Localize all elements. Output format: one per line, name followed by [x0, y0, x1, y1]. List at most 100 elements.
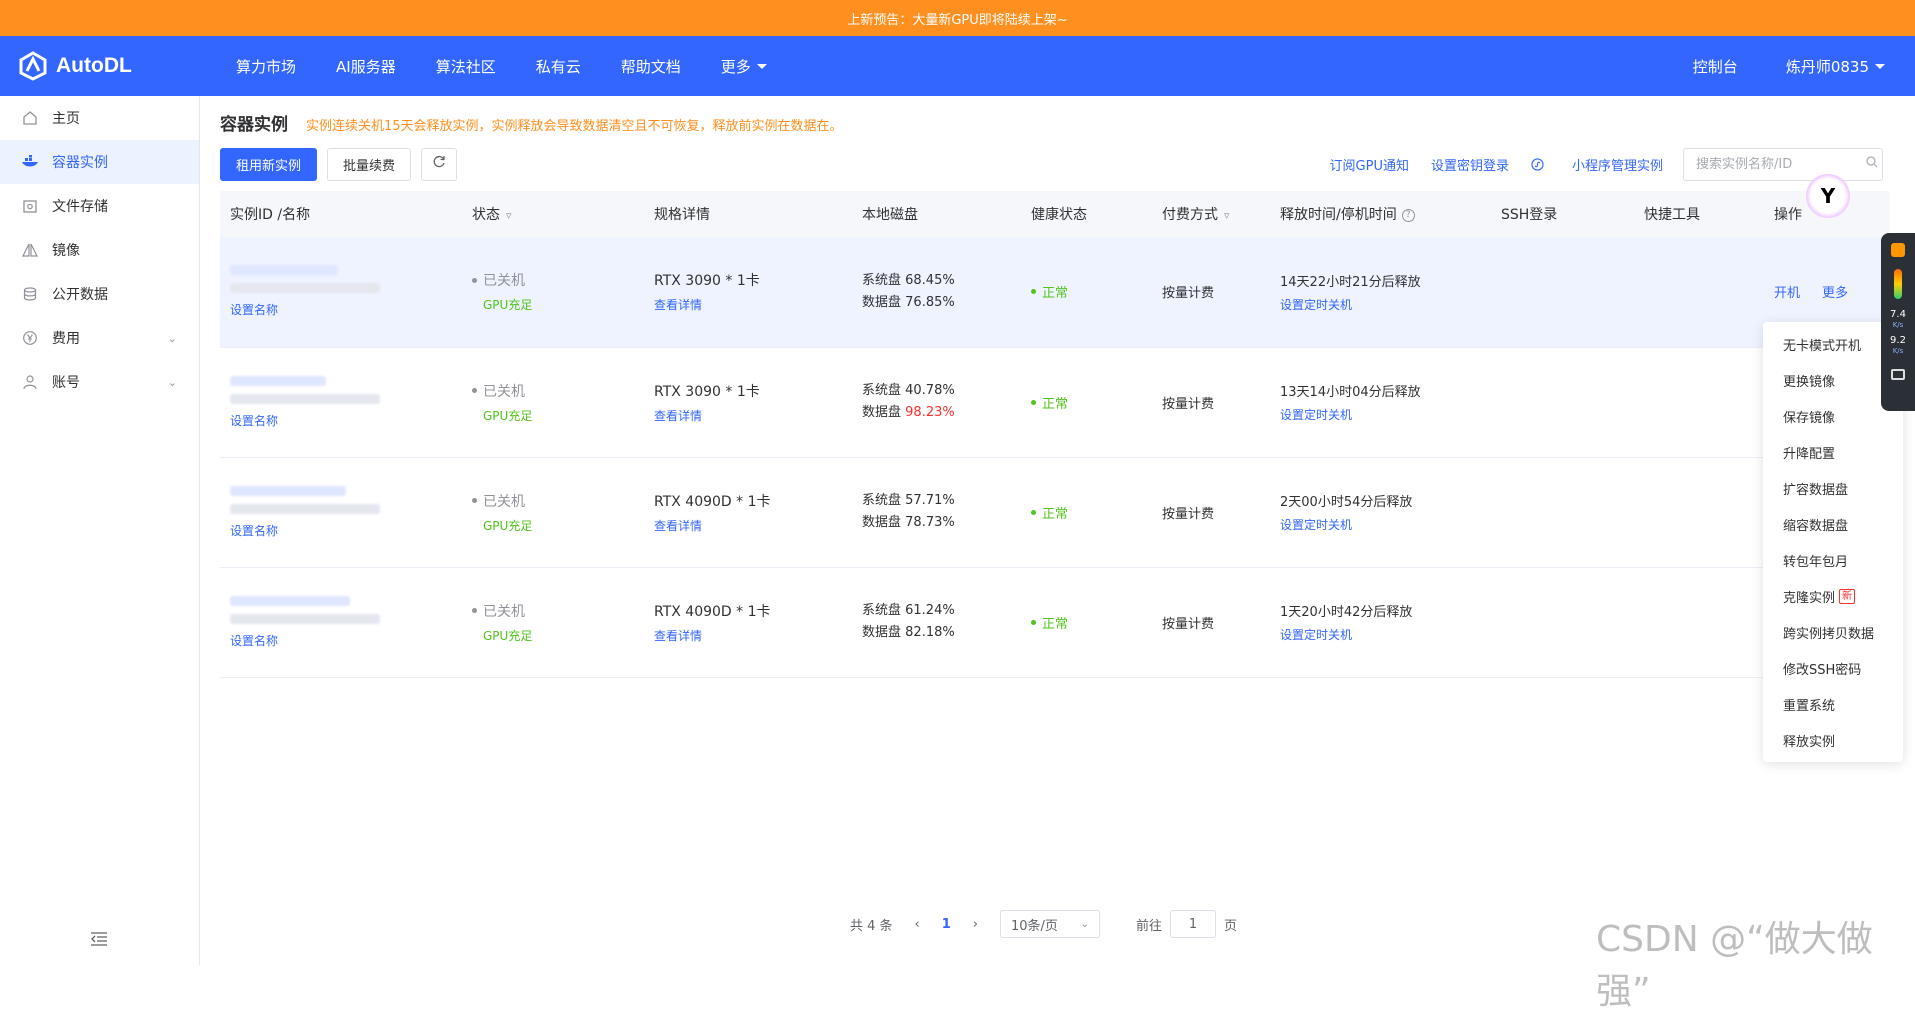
menu-item-release-instance[interactable]: 释放实例: [1763, 722, 1903, 758]
gpu-spec: RTX 3090 * 1卡: [654, 383, 760, 400]
sidebar-item-home[interactable]: 主页: [0, 96, 199, 140]
upload-speed: 9.2 K/s: [1881, 335, 1915, 357]
nav-compute-market[interactable]: 算力市场: [236, 56, 296, 77]
schedule-shutdown-link[interactable]: 设置定时关机: [1280, 296, 1352, 313]
data-disk-value: 78.73%: [905, 515, 955, 530]
next-page-icon[interactable]: ›: [973, 917, 978, 932]
menu-item-convert-subscription[interactable]: 转包年包月: [1763, 542, 1903, 578]
page-unit-label: 页: [1224, 918, 1238, 934]
nav-help-docs[interactable]: 帮助文档: [621, 56, 681, 77]
announcement-text: 上新预告：大量新GPU即将陆续上架~: [847, 12, 1068, 28]
sidebar-item-account[interactable]: 账号 ⌄: [0, 360, 199, 404]
power-on-button[interactable]: 开机: [1774, 282, 1800, 301]
announcement-banner[interactable]: 上新预告：大量新GPU即将陆续上架~: [0, 0, 1915, 36]
release-cell: 13天14小时04分后释放 设置定时关机: [1270, 347, 1491, 457]
caret-down-icon: [756, 63, 767, 69]
console-link[interactable]: 控制台: [1693, 56, 1738, 77]
subscribe-gpu-link[interactable]: 订阅GPU通知: [1330, 155, 1409, 174]
column-header-billing[interactable]: 付费方式 ▿: [1152, 191, 1270, 237]
network-monitor-widget[interactable]: 7.4 K/s 9.2 K/s: [1881, 233, 1915, 411]
refresh-button[interactable]: [421, 147, 458, 181]
menu-item-label: 扩容数据盘: [1783, 482, 1849, 498]
data-disk-label: 数据盘: [862, 625, 902, 640]
rent-new-instance-button[interactable]: 租用新实例: [220, 147, 318, 181]
schedule-shutdown-link[interactable]: 设置定时关机: [1280, 516, 1352, 533]
sidebar-item-label: 镜像: [52, 243, 80, 259]
container-icon: [20, 152, 40, 172]
brand-logo[interactable]: AutoDL: [18, 51, 218, 81]
batch-renew-button[interactable]: 批量续费: [327, 147, 412, 181]
key-login-link[interactable]: 设置密钥登录: [1431, 155, 1509, 174]
sidebar-item-containers[interactable]: 容器实例: [0, 140, 199, 184]
more-actions-button[interactable]: 更多: [1822, 282, 1848, 301]
help-icon[interactable]: ?: [1401, 208, 1415, 222]
sidebar-item-billing[interactable]: 费用 ⌄: [0, 316, 199, 360]
sidebar-item-public-data[interactable]: 公开数据: [0, 272, 199, 316]
mini-program-link[interactable]: 小程序管理实例: [1531, 155, 1663, 174]
view-details-link[interactable]: 查看详情: [654, 296, 702, 313]
menu-item-cross-copy-data[interactable]: 跨实例拷贝数据: [1763, 614, 1903, 650]
view-details-link[interactable]: 查看详情: [654, 627, 702, 644]
gpu-spec: RTX 4090D * 1卡: [654, 603, 771, 620]
view-details-link[interactable]: 查看详情: [654, 407, 702, 424]
goto-label: 前往: [1136, 918, 1163, 934]
nav-algorithm-community[interactable]: 算法社区: [436, 56, 496, 77]
health-badge: 正常: [1031, 393, 1152, 412]
goto-page-input[interactable]: 1: [1170, 910, 1217, 938]
column-label: 释放时间/停机时间: [1280, 207, 1397, 223]
menu-item-change-ssh-password[interactable]: 修改SSH密码: [1763, 650, 1903, 686]
menu-item-reset-system[interactable]: 重置系统: [1763, 686, 1903, 722]
release-time: 1天20小时42分后释放: [1280, 605, 1413, 620]
status-badge: 已关机: [472, 270, 644, 290]
filter-icon[interactable]: ▿: [506, 209, 512, 222]
column-header-spec: 规格详情: [654, 207, 710, 223]
set-name-link[interactable]: 设置名称: [230, 301, 278, 318]
menu-item-resize-config[interactable]: 升降配置: [1763, 434, 1903, 470]
release-cell: 1天20小时42分后释放 设置定时关机: [1270, 567, 1491, 677]
set-name-link[interactable]: 设置名称: [230, 632, 278, 649]
main-content: 容器实例 实例连续关机15天会释放实例，实例释放会导致数据清空且不可恢复，释放前…: [220, 96, 1895, 678]
page-size-select[interactable]: 10条/页 ⌄: [1000, 910, 1100, 938]
sidebar-item-file-storage[interactable]: 文件存储: [0, 184, 199, 228]
yen-icon: [20, 328, 40, 348]
system-disk: 系统盘 57.71%: [862, 493, 955, 508]
nav-more-dropdown[interactable]: 更多: [721, 56, 767, 77]
health-text: 正常: [1042, 396, 1069, 412]
redacted-id: [230, 595, 350, 606]
status-text: 已关机: [483, 273, 525, 290]
prev-page-icon[interactable]: ‹: [915, 917, 920, 932]
nav-private-cloud[interactable]: 私有云: [536, 56, 581, 77]
view-details-link[interactable]: 查看详情: [654, 517, 702, 534]
collapse-sidebar-icon[interactable]: [90, 931, 110, 947]
menu-item-shrink-data-disk[interactable]: 缩容数据盘: [1763, 506, 1903, 542]
assistant-bubble-icon[interactable]: Y: [1806, 174, 1850, 218]
set-name-link[interactable]: 设置名称: [230, 412, 278, 429]
search-icon[interactable]: [1866, 156, 1878, 172]
page-number[interactable]: 1: [942, 917, 951, 932]
nav-ai-server[interactable]: AI服务器: [336, 56, 396, 77]
camera-icon[interactable]: [1891, 369, 1905, 380]
health-cell: 正常: [1021, 567, 1152, 677]
menu-item-expand-data-disk[interactable]: 扩容数据盘: [1763, 470, 1903, 506]
schedule-shutdown-link[interactable]: 设置定时关机: [1280, 406, 1352, 423]
release-cell: 2天00小时54分后释放 设置定时关机: [1270, 457, 1491, 567]
gpu-availability: GPU充足: [483, 298, 533, 313]
instance-id-cell: 设置名称: [220, 347, 462, 457]
health-text: 正常: [1042, 616, 1069, 632]
ssh-cell: [1491, 457, 1634, 567]
column-header-status[interactable]: 状态 ▿: [462, 191, 644, 237]
menu-item-label: 缩容数据盘: [1783, 518, 1849, 534]
filter-icon[interactable]: ▿: [1224, 209, 1230, 222]
load-meter: [1894, 269, 1902, 299]
user-menu[interactable]: 炼丹师0835: [1786, 56, 1885, 77]
status-dot: [472, 608, 477, 613]
health-cell: 正常: [1021, 237, 1152, 347]
tools-cell: [1634, 567, 1764, 677]
menu-item-clone-instance[interactable]: 克隆实例新: [1763, 578, 1903, 614]
search-input[interactable]: [1696, 156, 1866, 172]
sidebar-item-images[interactable]: 镜像: [0, 228, 199, 272]
schedule-shutdown-link[interactable]: 设置定时关机: [1280, 626, 1352, 643]
storage-icon: [20, 196, 40, 216]
set-name-link[interactable]: 设置名称: [230, 522, 278, 539]
status-cell: 已关机 GPU充足: [462, 237, 644, 347]
